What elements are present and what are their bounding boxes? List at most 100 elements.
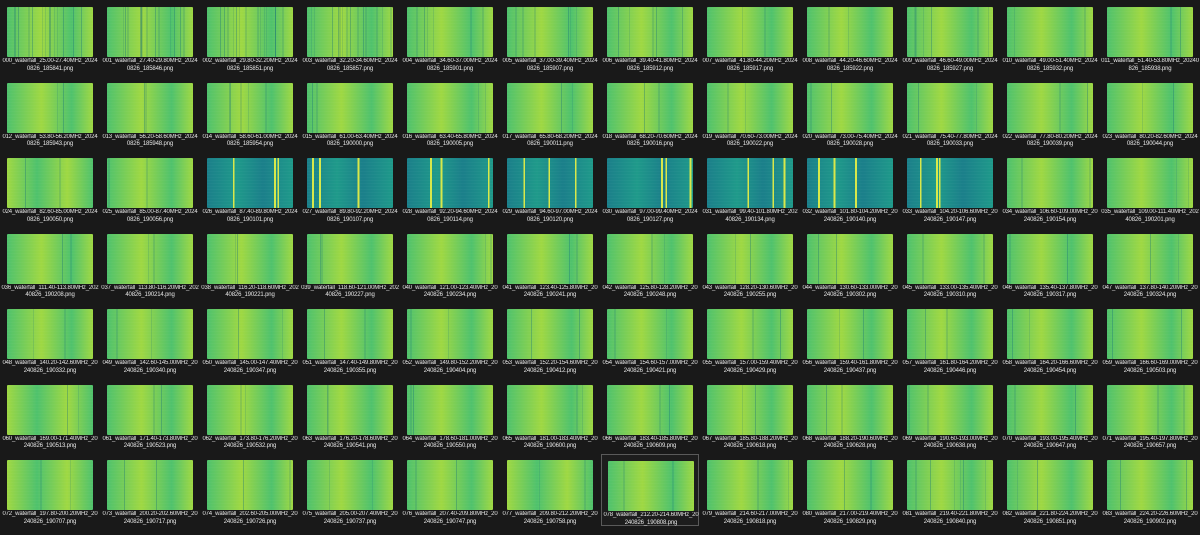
waterfall-thumbnail <box>607 7 693 57</box>
file-item[interactable]: 044_waterfall_130.60-133.00MHz_20240826_… <box>801 228 899 300</box>
file-item[interactable]: 035_waterfall_109.00-111.40MHz_20240826_… <box>1101 152 1199 224</box>
file-item[interactable]: 001_waterfall_27.40-29.80MHz_20240826_18… <box>101 1 199 73</box>
file-name: 035_waterfall_109.00-111.40MHz_20240826_… <box>1101 209 1199 223</box>
file-item[interactable]: 061_waterfall_171.40-173.80MHz_20240826_… <box>101 379 199 451</box>
file-item[interactable]: 030_waterfall_97.00-99.40MHz_20240826_19… <box>601 152 699 224</box>
file-item[interactable]: 007_waterfall_41.80-44.20MHz_20240826_18… <box>701 1 799 73</box>
file-item[interactable]: 064_waterfall_178.60-181.00MHz_20240826_… <box>401 379 499 451</box>
file-item[interactable]: 009_waterfall_46.60-49.00MHz_20240826_18… <box>901 1 999 73</box>
file-item[interactable]: 068_waterfall_188.20-190.60MHz_20240826_… <box>801 379 899 451</box>
file-item[interactable]: 002_waterfall_29.80-32.20MHz_20240826_18… <box>201 1 299 73</box>
waterfall-thumbnail <box>7 158 93 208</box>
file-item[interactable]: 055_waterfall_157.00-159.40MHz_20240826_… <box>701 303 799 375</box>
waterfall-thumbnail <box>507 309 593 359</box>
file-item[interactable]: 045_waterfall_133.00-135.40MHz_20240826_… <box>901 228 999 300</box>
file-item[interactable]: 076_waterfall_207.40-209.80MHz_20240826_… <box>401 454 499 526</box>
file-item[interactable]: 028_waterfall_92.20-94.60MHz_20240826_19… <box>401 152 499 224</box>
waterfall-thumbnail <box>107 309 193 359</box>
file-item[interactable]: 051_waterfall_147.40-149.80MHz_20240826_… <box>301 303 399 375</box>
file-item[interactable]: 054_waterfall_154.60-157.00MHz_20240826_… <box>601 303 699 375</box>
waterfall-thumbnail <box>207 7 293 57</box>
file-item[interactable]: 004_waterfall_34.60-37.00MHz_20240826_18… <box>401 1 499 73</box>
file-item[interactable]: 015_waterfall_61.00-63.40MHz_20240826_19… <box>301 77 399 149</box>
file-item[interactable]: 011_waterfall_51.40-53.80MHz_20240826_18… <box>1101 1 1199 73</box>
file-item[interactable]: 039_waterfall_118.60-121.00MHz_20240826_… <box>301 228 399 300</box>
file-item[interactable]: 066_waterfall_183.40-185.80MHz_20240826_… <box>601 379 699 451</box>
file-item[interactable]: 018_waterfall_68.20-70.60MHz_20240826_19… <box>601 77 699 149</box>
file-item[interactable]: 077_waterfall_209.80-212.20MHz_20240826_… <box>501 454 599 526</box>
file-item[interactable]: 062_waterfall_173.80-176.20MHz_20240826_… <box>201 379 299 451</box>
file-item[interactable]: 058_waterfall_164.20-166.60MHz_20240826_… <box>1001 303 1099 375</box>
waterfall-thumbnail <box>907 158 993 208</box>
file-item[interactable]: 069_waterfall_190.60-193.00MHz_20240826_… <box>901 379 999 451</box>
file-item[interactable]: 033_waterfall_104.20-106.60MHz_20240826_… <box>901 152 999 224</box>
file-item[interactable]: 031_waterfall_99.40-101.80MHz_20240826_1… <box>701 152 799 224</box>
file-item[interactable]: 038_waterfall_116.20-118.60MHz_20240826_… <box>201 228 299 300</box>
file-item[interactable]: 006_waterfall_39.40-41.80MHz_20240826_18… <box>601 1 699 73</box>
file-item[interactable]: 041_waterfall_123.40-125.80MHz_20240826_… <box>501 228 599 300</box>
file-item[interactable]: 047_waterfall_137.80-140.20MHz_20240826_… <box>1101 228 1199 300</box>
file-item[interactable]: 016_waterfall_63.40-65.80MHz_20240826_19… <box>401 77 499 149</box>
file-item[interactable]: 043_waterfall_128.20-130.60MHz_20240826_… <box>701 228 799 300</box>
file-item[interactable]: 042_waterfall_125.80-128.20MHz_20240826_… <box>601 228 699 300</box>
file-item[interactable]: 073_waterfall_200.20-202.60MHz_20240826_… <box>101 454 199 526</box>
file-item[interactable]: 079_waterfall_214.60-217.00MHz_20240826_… <box>701 454 799 526</box>
waterfall-thumbnail <box>1007 82 1093 133</box>
file-name: 074_waterfall_202.60-205.00MHz_20240826_… <box>202 511 298 525</box>
file-item[interactable]: 078_waterfall_212.20-214.60MHz_20240826_… <box>601 454 699 526</box>
file-item[interactable]: 048_waterfall_140.20-142.60MHz_20240826_… <box>1 303 99 375</box>
file-item[interactable]: 026_waterfall_87.40-89.80MHz_20240826_19… <box>201 152 299 224</box>
waterfall-thumbnail <box>807 7 893 57</box>
file-item[interactable]: 052_waterfall_149.80-152.20MHz_20240826_… <box>401 303 499 375</box>
file-item[interactable]: 082_waterfall_221.80-224.20MHz_20240826_… <box>1001 454 1099 526</box>
waterfall-thumbnail <box>607 309 693 359</box>
file-item[interactable]: 019_waterfall_70.60-73.00MHz_20240826_19… <box>701 77 799 149</box>
file-item[interactable]: 029_waterfall_94.60-97.00MHz_20240826_19… <box>501 152 599 224</box>
file-item[interactable]: 071_waterfall_195.40-197.80MHz_20240826_… <box>1101 379 1199 451</box>
file-item[interactable]: 070_waterfall_193.00-195.40MHz_20240826_… <box>1001 379 1099 451</box>
file-item[interactable]: 080_waterfall_217.00-219.40MHz_20240826_… <box>801 454 899 526</box>
file-item[interactable]: 057_waterfall_161.80-164.20MHz_20240826_… <box>901 303 999 375</box>
file-item[interactable]: 050_waterfall_145.00-147.40MHz_20240826_… <box>201 303 299 375</box>
file-item[interactable]: 049_waterfall_142.60-145.00MHz_20240826_… <box>101 303 199 375</box>
file-name: 071_waterfall_195.40-197.80MHz_20240826_… <box>1102 435 1198 450</box>
file-item[interactable]: 000_waterfall_25.00-27.40MHz_20240826_18… <box>1 1 99 73</box>
file-item[interactable]: 065_waterfall_181.00-183.40MHz_20240826_… <box>501 379 599 451</box>
file-item[interactable]: 074_waterfall_202.60-205.00MHz_20240826_… <box>201 454 299 526</box>
file-item[interactable]: 014_waterfall_58.60-61.00MHz_20240826_18… <box>201 77 299 149</box>
waterfall-thumbnail <box>407 158 493 208</box>
file-item[interactable]: 005_waterfall_37.00-39.40MHz_20240826_18… <box>501 1 599 73</box>
file-item[interactable]: 083_waterfall_224.20-226.60MHz_20240826_… <box>1101 454 1199 526</box>
file-item[interactable]: 037_waterfall_113.80-116.20MHz_20240826_… <box>101 228 199 300</box>
file-item[interactable]: 017_waterfall_65.80-68.20MHz_20240826_19… <box>501 77 599 149</box>
file-item[interactable]: 046_waterfall_135.40-137.80MHz_20240826_… <box>1001 228 1099 300</box>
file-item[interactable]: 060_waterfall_169.00-171.40MHz_20240826_… <box>1 379 99 451</box>
file-item[interactable]: 008_waterfall_44.20-46.60MHz_20240826_18… <box>801 1 899 73</box>
file-item[interactable]: 010_waterfall_49.00-51.40MHz_20240826_18… <box>1001 1 1099 73</box>
file-item[interactable]: 020_waterfall_73.00-75.40MHz_20240826_19… <box>801 77 899 149</box>
file-item[interactable]: 032_waterfall_101.80-104.20MHz_20240826_… <box>801 152 899 224</box>
file-item[interactable]: 059_waterfall_166.60-169.00MHz_20240826_… <box>1101 303 1199 375</box>
file-item[interactable]: 013_waterfall_56.20-58.60MHz_20240826_18… <box>101 77 199 149</box>
file-item[interactable]: 067_waterfall_185.80-188.20MHz_20240826_… <box>701 379 799 451</box>
file-item[interactable]: 072_waterfall_197.80-200.20MHz_20240826_… <box>1 454 99 526</box>
file-item[interactable]: 022_waterfall_77.80-80.20MHz_20240826_19… <box>1001 77 1099 149</box>
file-item[interactable]: 081_waterfall_219.40-221.80MHz_20240826_… <box>901 454 999 526</box>
waterfall-thumbnail <box>507 82 593 133</box>
file-item[interactable]: 040_waterfall_121.00-123.40MHz_20240826_… <box>401 228 499 300</box>
file-item[interactable]: 023_waterfall_80.20-82.60MHz_20240826_19… <box>1101 77 1199 149</box>
file-name: 042_waterfall_125.80-128.20MHz_20240826_… <box>602 284 698 299</box>
file-item[interactable]: 025_waterfall_85.00-87.40MHz_20240826_19… <box>101 152 199 224</box>
waterfall-thumbnail <box>407 82 493 133</box>
file-item[interactable]: 034_waterfall_106.60-109.00MHz_20240826_… <box>1001 152 1099 224</box>
file-item[interactable]: 053_waterfall_152.20-154.60MHz_20240826_… <box>501 303 599 375</box>
file-item[interactable]: 027_waterfall_89.80-92.20MHz_20240826_19… <box>301 152 399 224</box>
file-item[interactable]: 056_waterfall_159.40-161.80MHz_20240826_… <box>801 303 899 375</box>
file-item[interactable]: 075_waterfall_205.00-207.40MHz_20240826_… <box>301 454 399 526</box>
file-item[interactable]: 024_waterfall_82.60-85.00MHz_20240826_19… <box>1 152 99 224</box>
file-item[interactable]: 036_waterfall_111.40-113.80MHz_20240826_… <box>1 228 99 300</box>
file-item[interactable]: 063_waterfall_176.20-178.60MHz_20240826_… <box>301 379 399 451</box>
file-item[interactable]: 012_waterfall_53.80-56.20MHz_20240826_18… <box>1 77 99 149</box>
file-item[interactable]: 021_waterfall_75.40-77.80MHz_20240826_19… <box>901 77 999 149</box>
file-item[interactable]: 003_waterfall_32.20-34.60MHz_20240826_18… <box>301 1 399 73</box>
